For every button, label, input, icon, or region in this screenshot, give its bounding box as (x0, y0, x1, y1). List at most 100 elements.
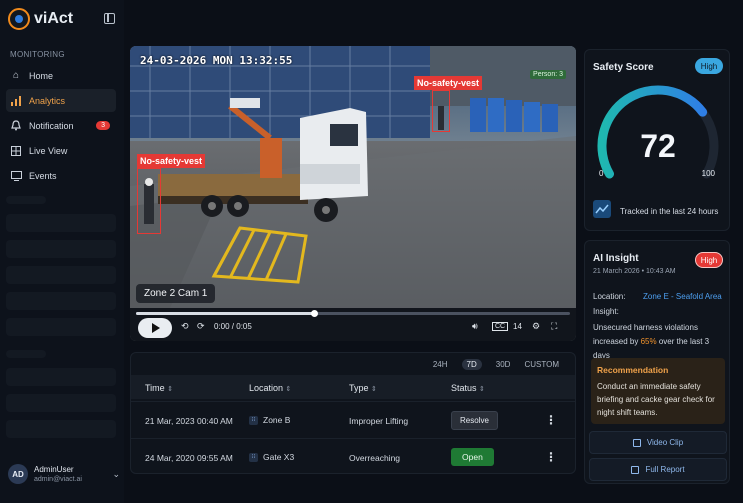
table-row[interactable]: 24 Mar, 2020 09:55 AM ⁝⁝ Gate X3 Overreac… (131, 438, 575, 473)
gauge-min-label: 0 (599, 169, 604, 178)
location-value[interactable]: Zone E - Seafold Area (643, 292, 722, 301)
app-root: viAct MONITORING ⌂ Home Analytics Notifi… (0, 0, 743, 503)
notification-count-badge: 3 (96, 121, 110, 130)
detection-label: No-safety-vest (137, 154, 206, 168)
sidebar-item-label: Analytics (29, 95, 66, 106)
skeleton-item (6, 266, 116, 284)
video-clip-icon (632, 438, 641, 447)
settings-icon[interactable]: ⚙ (532, 321, 540, 332)
play-button[interactable] (138, 318, 172, 338)
skeleton-item (6, 240, 116, 258)
captions-icon[interactable]: CC (492, 322, 509, 331)
skeleton-item (6, 420, 116, 438)
more-options-icon[interactable]: ⋮ (545, 450, 557, 464)
range-custom[interactable]: CUSTOM (524, 360, 559, 369)
sidebar-item-events[interactable]: Events (6, 164, 116, 187)
chevron-down-icon[interactable]: ⌄ (112, 469, 120, 480)
fullscreen-icon[interactable]: ⛶ (551, 321, 557, 332)
analytics-icon (10, 95, 22, 107)
section-label: MONITORING (10, 50, 65, 59)
user-info: AdminUser admin@viact.ai (34, 465, 82, 483)
volume-icon[interactable]: 🔊︎ (472, 321, 478, 332)
row-type: Overreaching (349, 453, 401, 463)
video-progress-knob[interactable] (310, 310, 318, 317)
insight-highlight: 65% (640, 337, 657, 346)
insight-text: Unsecured harness violations increased b… (593, 323, 710, 360)
safety-score-card: Safety Score High 72 0 100 Tracked in th… (584, 49, 730, 231)
more-options-icon[interactable]: ⋮ (545, 413, 557, 427)
row-location: ⁝⁝ Zone B (249, 415, 290, 426)
full-report-label: Full Report (645, 465, 685, 474)
column-time[interactable]: Time ⇕ (145, 383, 173, 393)
table-header: Time ⇕ Location ⇕ Type ⇕ Status ⇕ (131, 375, 575, 399)
monitor-icon (10, 170, 22, 182)
recommendation-text: Conduct an immediate safety briefing and… (597, 382, 715, 417)
viact-logo-icon (8, 8, 30, 30)
rewind-icon[interactable]: ⟲ (181, 321, 189, 332)
row-location: ⁝⁝ Gate X3 (249, 452, 294, 463)
playback-speed[interactable]: 14 (513, 322, 522, 331)
row-time: 24 Mar, 2020 09:55 AM (145, 453, 233, 463)
sidebar-item-label: Notification (29, 120, 74, 131)
column-status[interactable]: Status ⇕ (451, 383, 485, 393)
sidebar: viAct MONITORING ⌂ Home Analytics Notifi… (0, 0, 124, 503)
skeleton-line (6, 196, 46, 204)
detection-label: No-safety-vest (414, 76, 483, 90)
row-type: Improper Lifting (349, 416, 409, 426)
camera-timestamp: 24-03-2026 MON 13:32:55 (140, 54, 293, 67)
sidebar-item-home[interactable]: ⌂ Home (6, 64, 116, 87)
brand-name: viAct (34, 10, 74, 27)
sidebar-item-label: Events (29, 170, 57, 181)
location-label: Location: (593, 292, 626, 301)
bell-icon (10, 120, 22, 132)
video-time: 0:00 / 0:05 (214, 322, 252, 331)
user-email: admin@viact.ai (34, 476, 82, 483)
video-player[interactable]: 24-03-2026 MON 13:32:55 No-safety-vest P… (130, 46, 576, 341)
insight-label: Insight: (593, 307, 619, 316)
home-icon: ⌂ (12, 70, 20, 81)
column-type[interactable]: Type ⇕ (349, 383, 377, 393)
ai-insight-card: AI Insight High 21 March 2026 • 10:43 AM… (584, 240, 730, 484)
safety-score-value: 72 (640, 128, 676, 164)
resolve-button[interactable]: Resolve (451, 411, 498, 430)
safety-score-title: Safety Score (593, 62, 654, 73)
detection-box (432, 90, 450, 132)
camera-label: Zone 2 Cam 1 (136, 284, 216, 303)
forward-icon[interactable]: ⟳ (197, 321, 205, 332)
sidebar-item-label: Home (29, 70, 54, 81)
column-location[interactable]: Location ⇕ (249, 383, 291, 393)
grid-icon (10, 145, 22, 157)
trend-icon (593, 200, 611, 218)
table-row[interactable]: 21 Mar, 2023 00:40 AM ⁝⁝ Zone B Improper … (131, 401, 575, 438)
skeleton-item (6, 318, 116, 336)
video-clip-button[interactable]: Video Clip (589, 431, 727, 454)
skeleton-item (6, 368, 116, 386)
detection-box (137, 168, 161, 234)
sidebar-toggle-icon[interactable] (104, 13, 115, 24)
range-30d[interactable]: 30D (496, 360, 511, 369)
time-range-selector: 24H 7D 30D CUSTOM (433, 359, 559, 370)
sidebar-item-label: Live View (29, 145, 68, 156)
video-progress-bar[interactable] (136, 310, 570, 317)
gauge-max-label: 100 (701, 169, 715, 178)
user-menu[interactable]: AD AdminUser admin@viact.ai ⌄ (8, 460, 120, 488)
brand[interactable]: viAct (8, 8, 73, 30)
range-7d[interactable]: 7D (461, 359, 482, 370)
recommendation-box: Recommendation Conduct an immediate safe… (591, 358, 725, 424)
report-icon (631, 465, 640, 474)
camera-feed-image (130, 46, 576, 308)
ai-insight-title: AI Insight (593, 253, 639, 264)
range-24h[interactable]: 24H (433, 360, 448, 369)
sidebar-item-notification[interactable]: Notification 3 (6, 114, 116, 137)
sidebar-item-live-view[interactable]: Live View (6, 139, 116, 162)
skeleton-item (6, 292, 116, 310)
video-controls: ⟲ ⟳ 0:00 / 0:05 🔊︎ CC 14 ⚙ ⛶ (130, 308, 576, 341)
tracked-caption: Tracked in the last 24 hours (620, 207, 719, 216)
open-status-button[interactable]: Open (451, 448, 494, 466)
full-report-button[interactable]: Full Report (589, 458, 727, 481)
events-table: 24H 7D 30D CUSTOM Time ⇕ Location ⇕ Type… (130, 352, 576, 474)
location-icon: ⁝⁝ (249, 416, 258, 426)
play-icon (152, 323, 160, 333)
skeleton-item (6, 394, 116, 412)
sidebar-item-analytics[interactable]: Analytics (6, 89, 116, 112)
